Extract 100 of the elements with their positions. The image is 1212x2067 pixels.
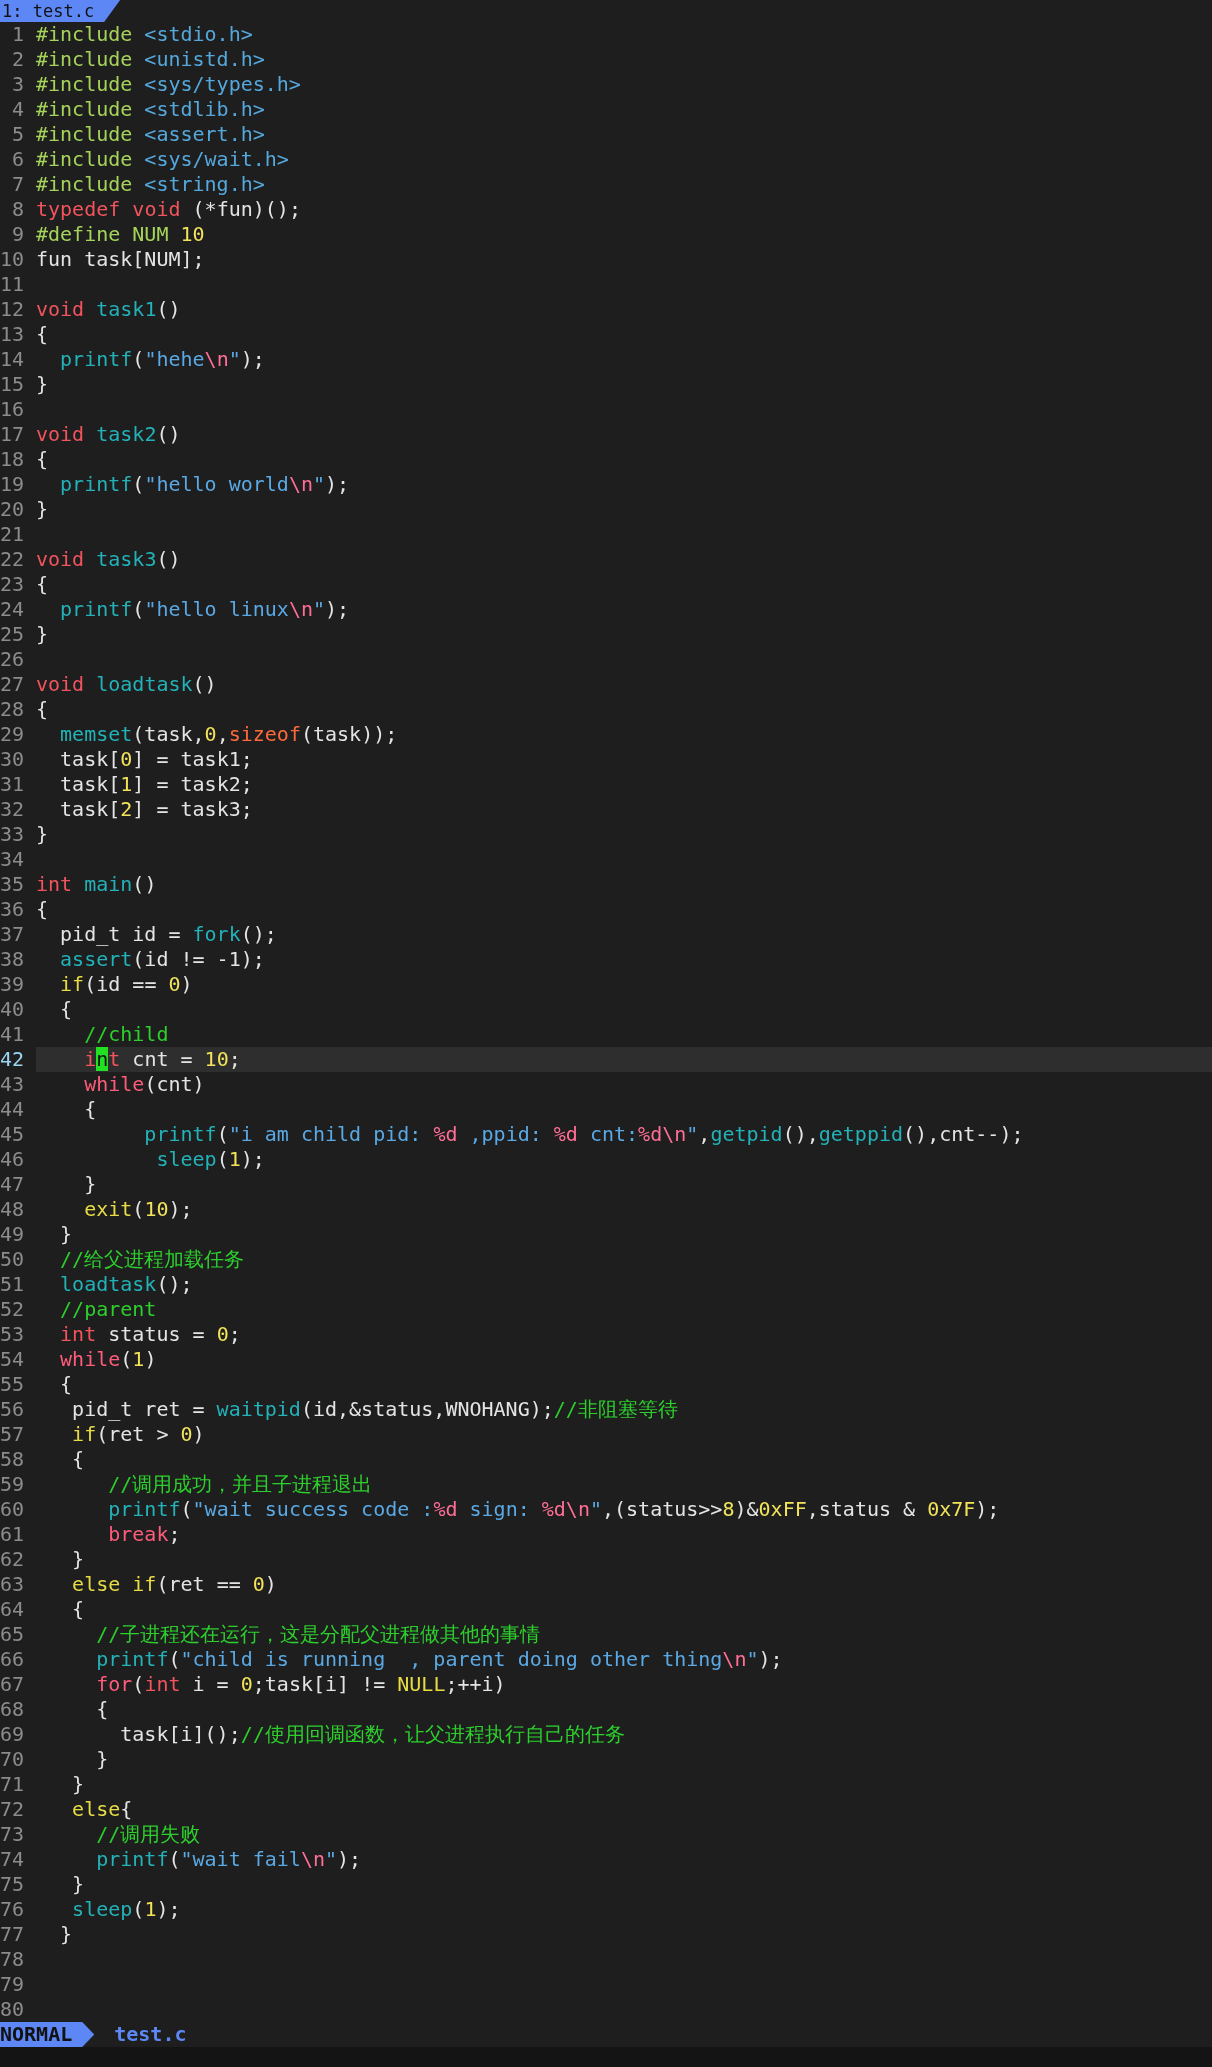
code-line: } — [36, 372, 50, 397]
code-line: #include <assert.h> — [36, 122, 266, 147]
line-number: 58 — [0, 1447, 26, 1472]
line-number: 37 — [0, 922, 26, 947]
line-number: 30 — [0, 747, 26, 772]
line-number: 5 — [10, 122, 25, 147]
line-number: 12 — [0, 297, 26, 322]
code-line: { — [71, 1447, 86, 1472]
line-number: 29 — [0, 722, 26, 747]
line-number: 50 — [0, 1247, 26, 1272]
line-number: 60 — [0, 1497, 26, 1522]
line-number: 6 — [10, 147, 25, 172]
line-number: 16 — [0, 397, 26, 422]
line-number: 52 — [0, 1297, 26, 1322]
code-line: { — [36, 897, 50, 922]
line-number: 24 — [0, 597, 26, 622]
code-line: printf("wait fail\n"); — [95, 1847, 363, 1872]
line-number: 79 — [0, 1972, 26, 1997]
code-line: pid_t ret = waitpid(id,&status,WNOHANG);//非阻塞等待 — [71, 1397, 679, 1422]
line-number: 68 — [0, 1697, 26, 1722]
line-number: 17 — [0, 422, 26, 447]
line-number: 7 — [10, 172, 25, 197]
code-line: #include <stdlib.h> — [36, 97, 266, 122]
line-number: 70 — [0, 1747, 26, 1772]
code-line: task[i]();//使用回调函数，让父进程执行自己的任务 — [119, 1722, 626, 1747]
line-number: 67 — [0, 1672, 26, 1697]
code-line: void task2() — [36, 422, 182, 447]
code-line: int main() — [36, 872, 158, 897]
line-number: 74 — [0, 1847, 26, 1872]
line-number: 3 — [10, 72, 25, 97]
code-line: while(1) — [59, 1347, 158, 1372]
code-line: } — [71, 1872, 86, 1897]
line-number: 56 — [0, 1397, 26, 1422]
line-number: 19 — [0, 472, 26, 497]
line-number: 48 — [0, 1197, 26, 1222]
code-line: #include <string.h> — [36, 172, 266, 197]
code-line: task[2] = task3; — [59, 797, 254, 822]
code-line: //给父进程加载任务 — [59, 1247, 246, 1272]
line-number: 65 — [0, 1622, 26, 1647]
line-number: 11 — [0, 272, 26, 297]
code-line: int status = 0; — [59, 1322, 242, 1347]
line-number: 64 — [0, 1597, 26, 1622]
line-number: 43 — [0, 1072, 26, 1097]
line-number: 35 — [0, 872, 26, 897]
line-number: 47 — [0, 1172, 26, 1197]
code-line: //调用成功，并且子进程退出 — [107, 1472, 374, 1497]
code-line: while(cnt) — [83, 1072, 206, 1097]
line-number: 14 — [0, 347, 26, 372]
line-number: 53 — [0, 1322, 26, 1347]
line-number: 4 — [10, 97, 25, 122]
code-line: assert(id != -1); — [59, 947, 266, 972]
line-number: 51 — [0, 1272, 26, 1297]
line-number: 49 — [0, 1222, 26, 1247]
line-number: 40 — [0, 997, 26, 1022]
code-line: { — [59, 1372, 74, 1397]
code-line: if(id == 0) — [59, 972, 194, 997]
code-line: typedef void (*fun)(); — [36, 197, 302, 222]
editor-tab[interactable]: 1: test.c — [0, 0, 121, 22]
line-number: 39 — [0, 972, 26, 997]
code-line: if(ret > 0) — [71, 1422, 206, 1447]
line-number: 22 — [0, 547, 26, 572]
code-line: { — [36, 697, 50, 722]
code-line: { — [95, 1697, 110, 1722]
line-number: 38 — [0, 947, 26, 972]
line-number: 77 — [0, 1922, 26, 1947]
code-line: void task1() — [36, 297, 182, 322]
line-number: 66 — [0, 1647, 26, 1672]
code-line: loadtask(); — [59, 1272, 194, 1297]
line-number: 23 — [0, 572, 26, 597]
code-line: printf("child is running , parent doing other thing\n"); — [95, 1647, 784, 1672]
line-number: 10 — [0, 247, 26, 272]
code-line: #include <sys/types.h> — [36, 72, 302, 97]
code-line: //子进程还在运行，这是分配父进程做其他的事情 — [95, 1622, 542, 1647]
line-number: 76 — [0, 1897, 26, 1922]
code-line: } — [71, 1547, 86, 1572]
code-line: pid_t id = fork(); — [59, 922, 278, 947]
line-number: 15 — [0, 372, 26, 397]
line-number: 69 — [0, 1722, 26, 1747]
code-line: exit(10); — [83, 1197, 194, 1222]
line-number: 75 — [0, 1872, 26, 1897]
line-number: 59 — [0, 1472, 26, 1497]
file-name: test.c — [114, 2022, 187, 2047]
code-line: sleep(1); — [71, 1897, 182, 1922]
code-line: { — [36, 572, 50, 597]
line-number: 55 — [0, 1372, 26, 1397]
line-number: 1 — [10, 22, 25, 47]
code-line: task[1] = task2; — [59, 772, 254, 797]
code-line: { — [83, 1097, 98, 1122]
line-number: 36 — [0, 897, 26, 922]
line-number: 9 — [10, 222, 25, 247]
code-line: printf("hello linux\n"); — [59, 597, 351, 622]
code-line: printf("i am child pid: %d ,ppid: %d cnt:%d\n",getpid(),getppid(),cnt--); — [143, 1122, 1025, 1147]
line-number: 71 — [0, 1772, 26, 1797]
line-number: 33 — [0, 822, 26, 847]
line-number: 44 — [0, 1097, 26, 1122]
code-line: } — [83, 1172, 98, 1197]
line-number: 80 — [0, 1997, 26, 2022]
line-number: 62 — [0, 1547, 26, 1572]
code-line: sleep(1); — [155, 1147, 266, 1172]
code-line: printf("hehe\n"); — [59, 347, 266, 372]
